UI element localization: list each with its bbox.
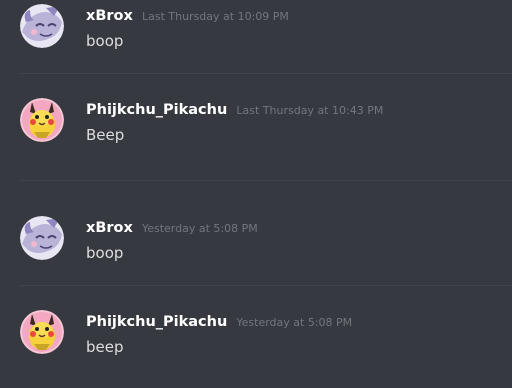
- message-divider: [20, 285, 512, 286]
- message-header: Phijkchu_Pikachu Yesterday at 5:08 PM: [86, 311, 352, 333]
- message-group: Phijkchu_Pikachu Yesterday at 5:08 PM be…: [0, 310, 512, 370]
- message-text: beep: [86, 338, 124, 356]
- timestamp: Last Thursday at 10:09 PM: [141, 10, 289, 23]
- pikachu-avatar-icon: [20, 98, 64, 142]
- avatar[interactable]: [20, 310, 64, 354]
- username[interactable]: xBrox: [86, 220, 133, 236]
- timestamp: Yesterday at 5:08 PM: [141, 222, 258, 235]
- message-group: xBrox Yesterday at 5:08 PM boop: [0, 216, 512, 276]
- pikachu-avatar-icon: [20, 310, 64, 354]
- timestamp: Yesterday at 5:08 PM: [236, 316, 353, 329]
- avatar[interactable]: [20, 4, 64, 48]
- message-text: boop: [86, 244, 124, 262]
- avatar[interactable]: [20, 216, 64, 260]
- message-divider: [20, 180, 512, 181]
- username[interactable]: Phijkchu_Pikachu: [86, 102, 227, 118]
- message-group: xBrox Last Thursday at 10:09 PM boop: [0, 4, 512, 64]
- timestamp: Last Thursday at 10:43 PM: [236, 104, 384, 117]
- avatar[interactable]: [20, 98, 64, 142]
- dragon-avatar-icon: [20, 216, 64, 260]
- username[interactable]: Phijkchu_Pikachu: [86, 314, 227, 330]
- message-divider: [20, 73, 512, 74]
- message-group: Phijkchu_Pikachu Last Thursday at 10:43 …: [0, 98, 512, 158]
- message-header: xBrox Yesterday at 5:08 PM: [86, 217, 258, 239]
- dragon-avatar-icon: [20, 4, 64, 48]
- message-header: Phijkchu_Pikachu Last Thursday at 10:43 …: [86, 99, 383, 121]
- username[interactable]: xBrox: [86, 8, 133, 24]
- message-text: boop: [86, 32, 124, 50]
- chat-message-list: xBrox Last Thursday at 10:09 PM boop Phi…: [0, 0, 512, 388]
- message-text: Beep: [86, 126, 125, 144]
- message-header: xBrox Last Thursday at 10:09 PM: [86, 5, 289, 27]
